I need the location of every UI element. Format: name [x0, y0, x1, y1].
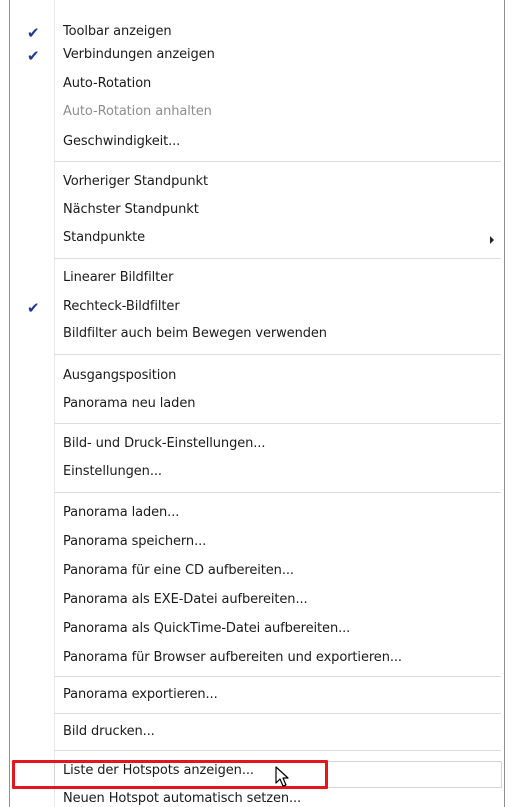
- menu-item-bildfilter-bewegen[interactable]: Bildfilter auch beim Bewegen verwenden: [10, 323, 504, 349]
- checkmark-icon: ✔: [27, 299, 40, 317]
- checkmark-icon: ✔: [27, 24, 40, 42]
- menu-separator: [54, 161, 501, 162]
- menu-item-panorama-speichern[interactable]: Panorama speichern...: [10, 531, 504, 557]
- menu-item-panorama-browser[interactable]: Panorama für Browser aufbereiten und exp…: [10, 647, 504, 673]
- menu-item-label: Bildfilter auch beim Bewegen verwenden: [63, 326, 327, 341]
- menu-item-label: Panorama laden...: [63, 505, 180, 520]
- menu-item-label: Panorama neu laden: [63, 396, 196, 411]
- menu-separator: [54, 492, 501, 493]
- menu-item-label: Toolbar anzeigen: [63, 24, 172, 39]
- menu-item-panorama-quicktime[interactable]: Panorama als QuickTime-Datei aufbereiten…: [10, 618, 504, 644]
- menu-separator: [54, 676, 501, 677]
- menu-item-label: Panorama für Browser aufbereiten und exp…: [63, 650, 402, 665]
- menu-item-vorheriger-standpunkt[interactable]: Vorheriger Standpunkt: [10, 171, 504, 197]
- menu-item-auto-rotation[interactable]: Auto-Rotation: [10, 73, 504, 99]
- menu-item-label: Ausgangsposition: [63, 368, 177, 383]
- menu-item-auto-rotation-anhalten: Auto-Rotation anhalten: [10, 101, 504, 127]
- menu-item-label: Nächster Standpunkt: [63, 202, 199, 217]
- menu-separator: [54, 713, 501, 714]
- menu-item-label: Linearer Bildfilter: [63, 270, 174, 285]
- menu-item-naechster-standpunkt[interactable]: Nächster Standpunkt: [10, 199, 504, 225]
- checkmark-icon: ✔: [27, 47, 40, 65]
- menu-item-label: Panorama für eine CD aufbereiten...: [63, 563, 294, 578]
- menu-separator: [54, 354, 501, 355]
- menu-item-panorama-exportieren[interactable]: Panorama exportieren...: [10, 684, 504, 710]
- menu-item-label: Verbindungen anzeigen: [63, 47, 215, 62]
- menu-separator: [54, 258, 501, 259]
- menu-item-ausgangsposition[interactable]: Ausgangsposition: [10, 365, 504, 391]
- menu-item-panorama-cd[interactable]: Panorama für eine CD aufbereiten...: [10, 560, 504, 586]
- menu-item-panorama-laden[interactable]: Panorama laden...: [10, 502, 504, 528]
- menu-item-neuen-hotspot[interactable]: Neuen Hotspot automatisch setzen...: [10, 788, 504, 807]
- menu-item-geschwindigkeit[interactable]: Geschwindigkeit...: [10, 131, 504, 157]
- menu-item-label: Rechteck-Bildfilter: [63, 299, 180, 314]
- menu-item-einstellungen[interactable]: Einstellungen...: [10, 461, 504, 487]
- menu-item-label: Panorama exportieren...: [63, 687, 218, 702]
- menu-item-bild-druck-einstellungen[interactable]: Bild- und Druck-Einstellungen...: [10, 433, 504, 459]
- menu-separator: [54, 750, 501, 751]
- menu-item-label: Auto-Rotation anhalten: [63, 104, 212, 119]
- menu-separator: [54, 423, 501, 424]
- menu-item-standpunkte[interactable]: Standpunkte: [10, 227, 504, 253]
- menu-item-label: Neuen Hotspot automatisch setzen...: [63, 791, 302, 806]
- menu-item-bild-drucken[interactable]: Bild drucken...: [10, 721, 504, 747]
- menu-item-label: Standpunkte: [63, 230, 146, 245]
- menu-item-label: Geschwindigkeit...: [63, 134, 181, 149]
- menu-item-label: Vorheriger Standpunkt: [63, 174, 208, 189]
- menu-item-verbindungen-anzeigen[interactable]: ✔ Verbindungen anzeigen: [10, 44, 504, 70]
- menu-item-label: Panorama als QuickTime-Datei aufbereiten…: [63, 621, 351, 636]
- menu-item-label: Auto-Rotation: [63, 76, 152, 91]
- context-menu: ✔ Toolbar anzeigen ✔ Verbindungen anzeig…: [9, 0, 505, 807]
- menu-item-label: Einstellungen...: [63, 464, 162, 479]
- menu-item-label: Panorama als EXE-Datei aufbereiten...: [63, 592, 308, 607]
- menu-item-rechteck-bildfilter[interactable]: ✔ Rechteck-Bildfilter: [10, 296, 504, 322]
- submenu-arrow-icon: [490, 236, 494, 244]
- menu-item-label: Panorama speichern...: [63, 534, 207, 549]
- menu-item-label: Bild- und Druck-Einstellungen...: [63, 436, 266, 451]
- menu-item-panorama-neu-laden[interactable]: Panorama neu laden: [10, 393, 504, 419]
- mouse-pointer-icon: [275, 766, 289, 787]
- menu-item-panorama-exe[interactable]: Panorama als EXE-Datei aufbereiten...: [10, 589, 504, 615]
- menu-item-label: Bild drucken...: [63, 724, 155, 739]
- menu-item-linearer-bildfilter[interactable]: Linearer Bildfilter: [10, 267, 504, 293]
